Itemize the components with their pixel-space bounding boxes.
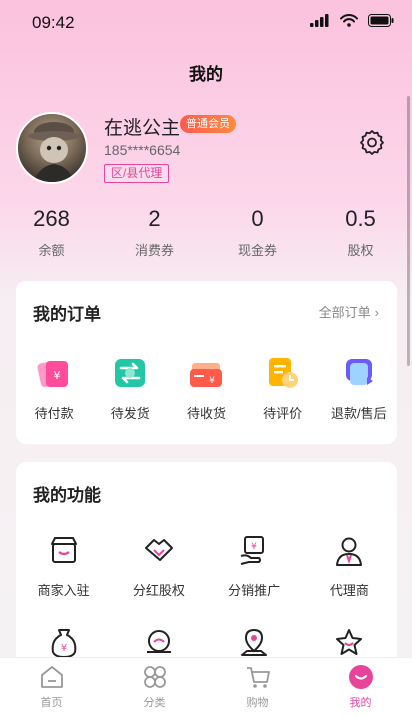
stat-label: 消费券 — [134, 243, 174, 258]
refund-icon — [345, 359, 373, 385]
coin-hand-icon — [146, 630, 171, 653]
feature-dividend-equity[interactable]: 分红股权 — [111, 534, 206, 626]
feature-distribution[interactable]: ¥ 分销推广 — [207, 534, 302, 626]
cart-icon — [246, 667, 270, 688]
svg-text:¥: ¥ — [210, 376, 216, 386]
promotion-icon: ¥ — [240, 536, 265, 565]
svg-text:¥: ¥ — [60, 643, 66, 654]
stat-consumption-voucher[interactable]: 2 消费券 — [103, 206, 206, 259]
stat-equity[interactable]: 0.5 股权 — [309, 206, 412, 259]
stat-label: 现金券 — [237, 243, 277, 258]
stats-row: 268 余额 2 消费券 0 现金券 0.5 股权 — [0, 206, 412, 259]
star-icon — [336, 629, 363, 655]
feature-label: 分销推广 — [228, 583, 281, 598]
stat-label: 余额 — [38, 243, 65, 258]
tab-shopping[interactable]: 购物 — [206, 658, 309, 717]
svg-text:¥: ¥ — [54, 369, 61, 382]
stat-value: 2 — [148, 206, 161, 231]
category-icon — [143, 666, 166, 688]
avatar-image — [28, 122, 80, 182]
orders-card: 我的订单 全部订单 › ¥ 待付款 待发货 ¥ 待收货 待评价 退款/售后 — [16, 281, 397, 444]
username: 在逃公主 — [104, 118, 181, 139]
order-pending-receipt[interactable]: ¥ 待收货 — [168, 355, 244, 422]
status-bar: 09:42 — [0, 0, 412, 44]
feature-merchant-join[interactable]: 商家入驻 — [16, 534, 111, 626]
stat-value: 0 — [251, 206, 264, 231]
chevron-right-icon: › — [374, 305, 379, 320]
all-orders-link[interactable]: 全部订单 › — [319, 302, 379, 321]
battery-icon — [368, 14, 394, 27]
tab-label: 我的 — [349, 697, 372, 709]
orders-title: 我的订单 — [33, 305, 101, 324]
order-label: 退款/售后 — [331, 406, 387, 421]
settings-gear-icon[interactable] — [358, 128, 386, 156]
tab-home[interactable]: 首页 — [0, 658, 103, 717]
feature-label: 分红股权 — [132, 583, 185, 598]
avatar[interactable] — [16, 112, 88, 184]
order-refund[interactable]: 退款/售后 — [321, 355, 397, 422]
stat-value: 268 — [33, 206, 70, 231]
card-receive-icon: ¥ — [190, 363, 223, 387]
signal-icon — [310, 14, 329, 27]
svg-text:¥: ¥ — [251, 542, 257, 552]
stat-balance[interactable]: 268 余额 — [0, 206, 103, 259]
features-title: 我的功能 — [33, 486, 101, 505]
order-label: 待发货 — [110, 406, 150, 421]
stat-cash-voucher[interactable]: 0 现金券 — [206, 206, 309, 259]
tab-profile[interactable]: 我的 — [309, 658, 412, 717]
feature-label: 代理商 — [329, 583, 369, 598]
all-orders-label: 全部订单 — [318, 305, 371, 320]
money-bag-icon: ¥ — [51, 629, 76, 658]
wallet-icon: ¥ — [37, 360, 69, 388]
agent-tag: 区/县代理 — [104, 164, 170, 183]
exchange-icon — [115, 359, 146, 387]
order-status-row: ¥ 待付款 待发货 ¥ 待收货 待评价 退款/售后 — [16, 355, 397, 422]
review-icon — [268, 358, 298, 388]
feature-label: 商家入驻 — [37, 583, 90, 598]
store-icon — [50, 537, 77, 563]
wifi-icon — [340, 14, 358, 27]
tab-label: 首页 — [40, 697, 63, 709]
feature-agent[interactable]: 代理商 — [302, 534, 397, 626]
agent-icon — [336, 537, 363, 566]
bottom-tabbar: 首页 分类 购物 我的 — [0, 657, 412, 717]
stat-label: 股权 — [347, 243, 374, 258]
tab-label: 分类 — [143, 697, 166, 709]
profile-icon — [348, 665, 373, 689]
page-title: 我的 — [189, 65, 223, 84]
handshake-icon — [144, 539, 173, 561]
order-label: 待评价 — [263, 406, 303, 421]
order-pending-review[interactable]: 待评价 — [245, 355, 321, 422]
order-label: 待付款 — [34, 406, 74, 421]
order-pending-payment[interactable]: ¥ 待付款 — [16, 355, 92, 422]
order-pending-shipment[interactable]: 待发货 — [92, 355, 168, 422]
order-label: 待收货 — [186, 406, 226, 421]
status-time: 09:42 — [32, 13, 75, 32]
location-icon — [241, 628, 268, 656]
phone-number: 185****6654 — [104, 142, 181, 158]
tab-category[interactable]: 分类 — [103, 658, 206, 717]
stat-value: 0.5 — [345, 206, 376, 231]
home-icon — [40, 666, 63, 688]
member-badge: 普通会员 — [180, 115, 236, 133]
tab-label: 购物 — [246, 697, 269, 709]
scrollbar[interactable] — [407, 96, 410, 366]
